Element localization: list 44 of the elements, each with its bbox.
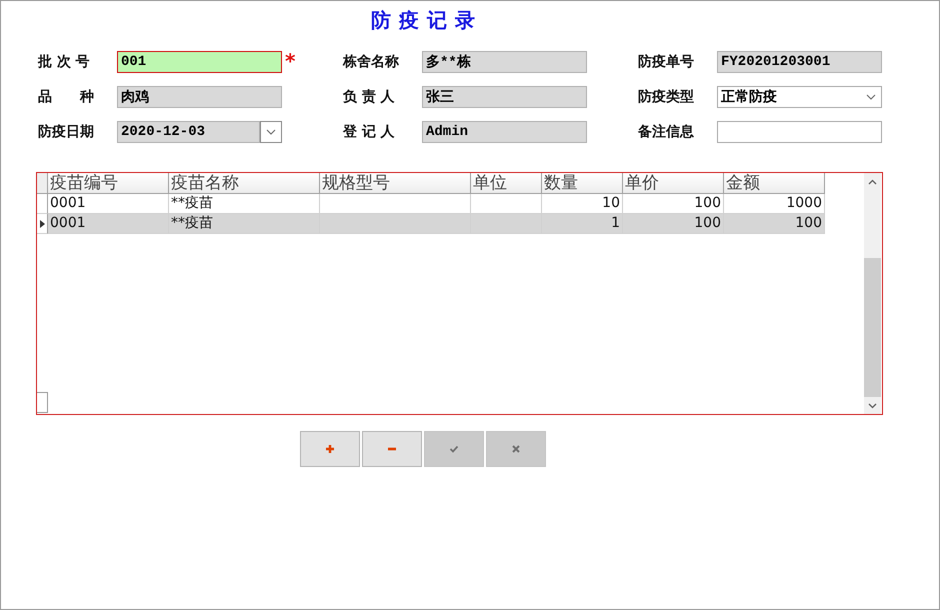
chevron-down-icon <box>866 94 876 100</box>
input-field[interactable]: 001 <box>117 51 282 73</box>
checkmark-icon <box>449 444 459 454</box>
field-label: 防疫类型 <box>638 88 695 106</box>
input-field[interactable]: 肉鸡 <box>117 86 282 108</box>
header-corner <box>37 173 48 194</box>
column-header[interactable]: 金额 <box>724 173 825 194</box>
remove-button[interactable] <box>362 431 422 467</box>
column-header[interactable]: 规格型号 <box>320 173 471 194</box>
table-cell: **疫苗 <box>169 214 320 234</box>
required-mark: * <box>284 51 296 71</box>
input-field[interactable]: Admin <box>422 121 587 143</box>
field-label: 品 种 <box>38 88 95 106</box>
dropdown-field[interactable]: 正常防疫 <box>717 86 882 108</box>
field-label: 登 记 人 <box>343 123 396 141</box>
field-label: 批 次 号 <box>38 53 91 71</box>
scrollbar-thumb[interactable] <box>864 258 881 397</box>
row-header[interactable] <box>37 214 48 234</box>
table-cell: 0001 <box>48 214 169 234</box>
field-label: 负 责 人 <box>343 88 396 106</box>
table-cell: 1 <box>542 214 623 234</box>
column-header[interactable]: 数量 <box>542 173 623 194</box>
close-icon <box>511 444 521 454</box>
date-field[interactable]: 2020-12-03 <box>117 121 260 143</box>
input-field[interactable]: 张三 <box>422 86 587 108</box>
column-header[interactable]: 单价 <box>623 173 724 194</box>
input-field[interactable]: FY20201203001 <box>717 51 882 73</box>
input-field[interactable]: 多**栋 <box>422 51 587 73</box>
table-cell: 100 <box>623 214 724 234</box>
field-label: 防疫单号 <box>638 53 695 71</box>
column-header[interactable]: 疫苗名称 <box>169 173 320 194</box>
column-header[interactable]: 单位 <box>471 173 542 194</box>
vertical-scrollbar[interactable] <box>864 173 881 414</box>
chevron-down-icon <box>266 129 276 135</box>
field-label: 防疫日期 <box>38 123 95 141</box>
add-button[interactable] <box>300 431 360 467</box>
table-cell: 100 <box>724 214 825 234</box>
field-label: 栋舍名称 <box>343 53 400 71</box>
column-header[interactable]: 疫苗编号 <box>48 173 169 194</box>
plus-icon <box>325 444 335 454</box>
input-field[interactable] <box>717 121 882 143</box>
form-title: 防疫记录 <box>371 7 483 34</box>
field-label: 备注信息 <box>638 123 695 141</box>
calendar-dropdown-button[interactable] <box>260 121 282 143</box>
